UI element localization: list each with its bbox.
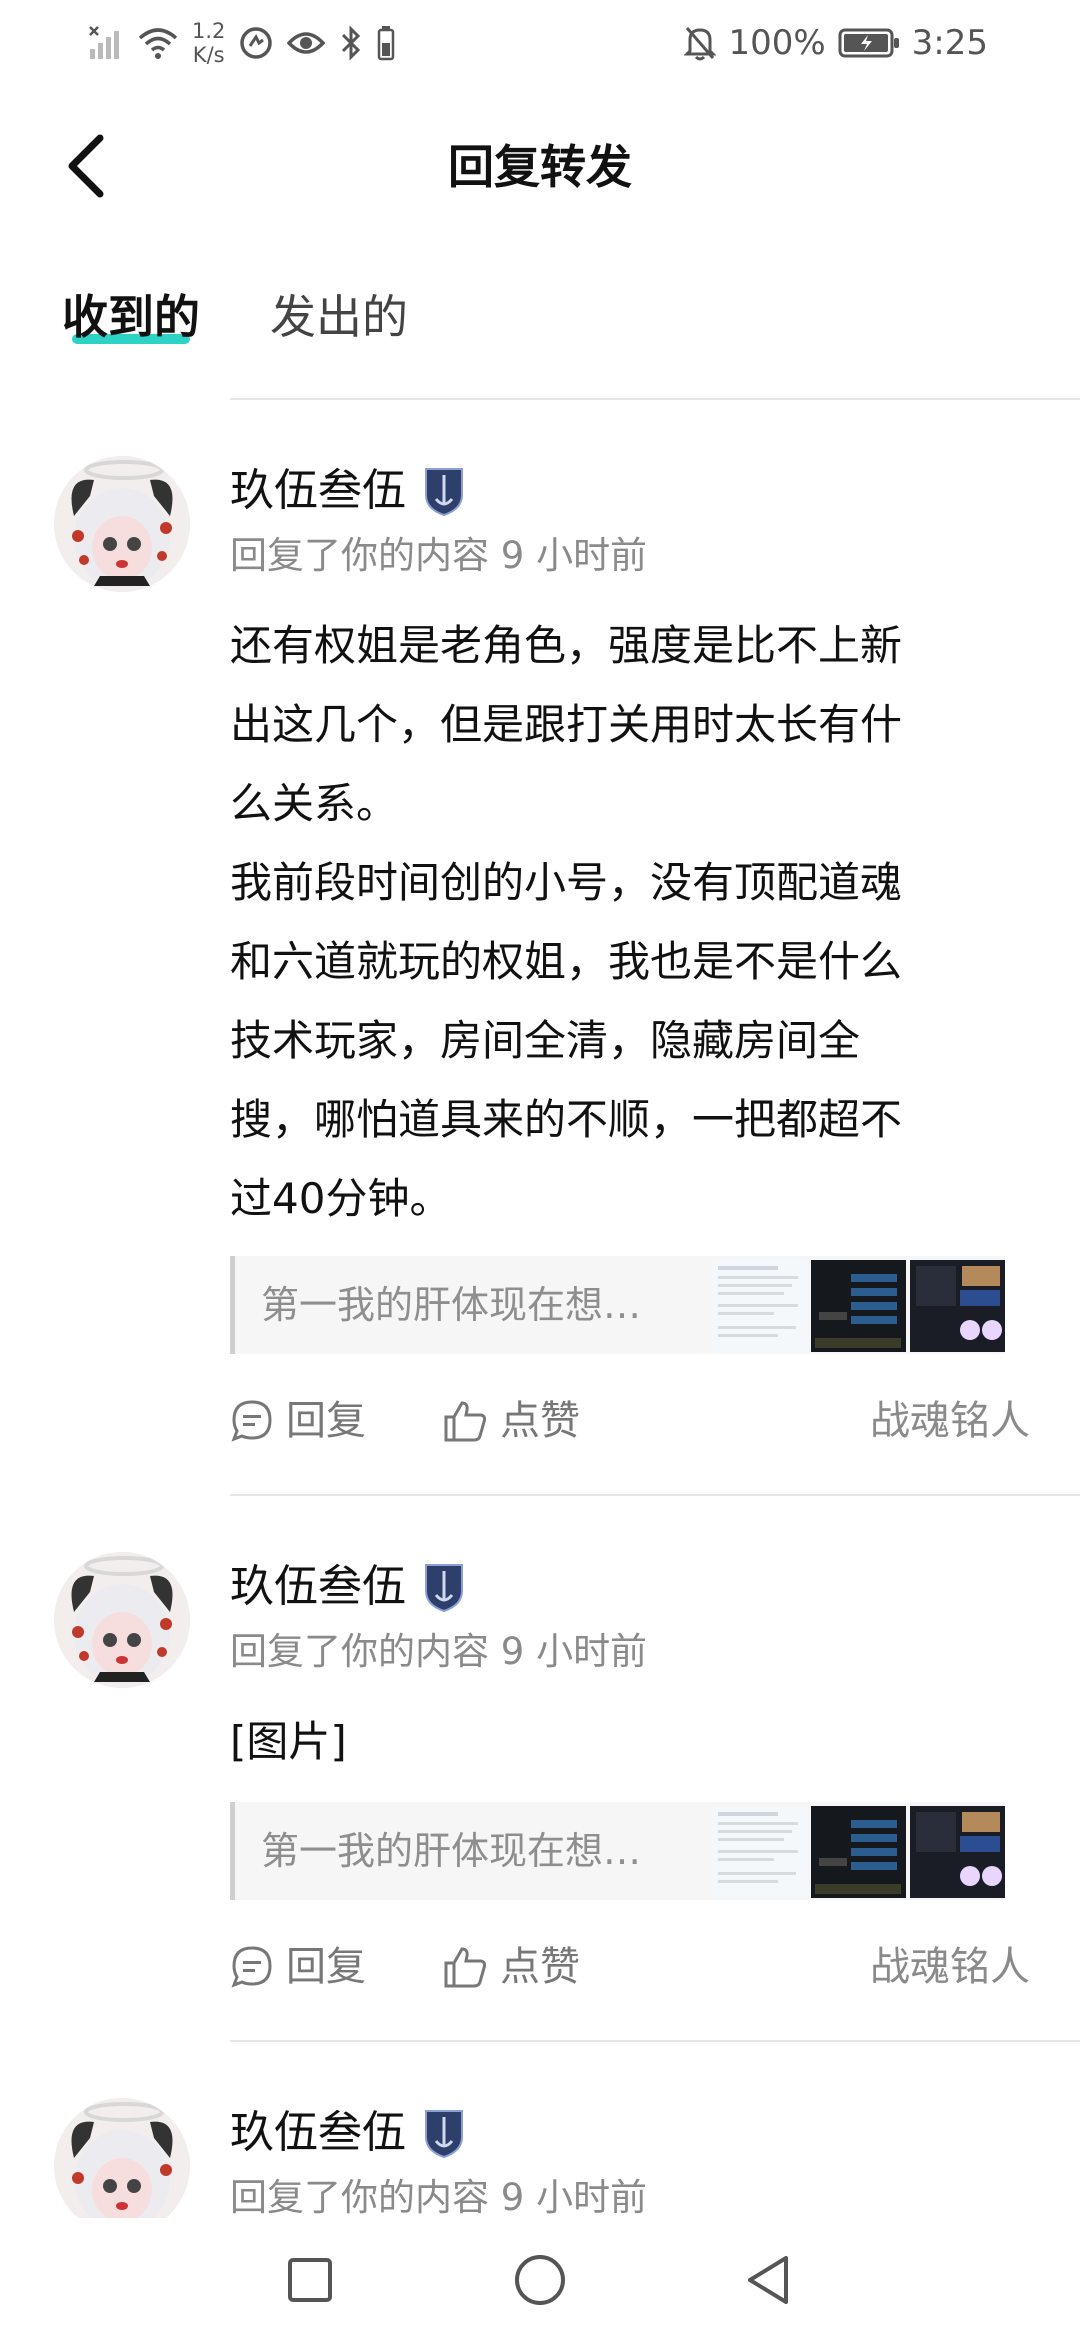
content-line: 搜，哪怕道具来的不顺，一把都超不 xyxy=(230,1095,903,1144)
back-button[interactable] xyxy=(64,132,108,200)
home-button[interactable] xyxy=(510,2250,570,2310)
username[interactable]: 玖伍叁伍 xyxy=(230,456,406,526)
page-title: 回复转发 xyxy=(448,140,632,194)
recent-apps-button[interactable] xyxy=(280,2250,340,2310)
reply-meta: 回复了你的内容 9 小时前 xyxy=(230,534,648,577)
quoted-post-text: 第一我的肝体现在想… xyxy=(261,1829,642,1873)
comment-icon xyxy=(231,1400,272,1442)
cellular-no-signal-icon xyxy=(89,26,119,59)
username[interactable]: 玖伍叁伍 xyxy=(230,2098,406,2168)
reply-label: 回复 xyxy=(286,1944,366,1990)
small-battery-icon xyxy=(378,26,395,61)
content-line: 我前段时间创的小号，没有顶配道魂 xyxy=(230,858,903,907)
back-chevron-icon xyxy=(68,134,104,198)
quoted-post-text: 第一我的肝体现在想… xyxy=(261,1283,642,1327)
avatar[interactable] xyxy=(54,2098,190,2234)
square-icon xyxy=(288,2258,332,2302)
thumbnail-screenshot-game-menu xyxy=(811,1806,906,1898)
divider xyxy=(230,1494,1080,1496)
username-row: 玖伍叁伍 xyxy=(230,456,466,526)
avatar[interactable] xyxy=(54,1552,190,1688)
reply-content: [图片] xyxy=(230,1702,1000,1781)
action-bar: 回复 点赞 战魂铭人 xyxy=(230,1386,1030,1456)
divider xyxy=(230,2040,1080,2042)
battery-charging-icon xyxy=(838,28,899,58)
reply-button[interactable]: 回复 xyxy=(230,1386,366,1456)
thumbnail-screenshot-game-items xyxy=(910,1260,1005,1352)
avatar-image xyxy=(54,2098,190,2234)
content-line: 和六道就玩的权姐，我也是不是什么 xyxy=(230,937,903,986)
thumbnail-screenshot-chat xyxy=(712,1260,807,1352)
reply-label: 回复 xyxy=(286,1398,366,1444)
thumbnail-screenshot-game-menu xyxy=(811,1260,906,1352)
status-bar: 1.2 K/s 100% 3:25 xyxy=(0,0,1080,86)
rank-shield-badge-icon xyxy=(425,2110,463,2159)
reply-meta: 回复了你的内容 9 小时前 xyxy=(230,1630,648,1673)
avatar-image xyxy=(54,456,190,592)
divider xyxy=(230,398,1080,400)
thumbnail-screenshot-chat xyxy=(712,1806,807,1898)
content-line: 过40分钟。 xyxy=(230,1174,452,1223)
thumbs-up-icon xyxy=(444,1947,487,1988)
quoted-post-thumbnails xyxy=(712,1806,1005,1898)
tab-sent-label: 发出的 xyxy=(270,290,408,344)
like-button[interactable]: 点赞 xyxy=(442,1386,580,1456)
avatar[interactable] xyxy=(54,456,190,592)
content-line: 技术玩家，房间全清，隐藏房间全 xyxy=(230,1016,861,1065)
like-button[interactable]: 点赞 xyxy=(442,1932,580,2002)
comment-icon xyxy=(231,1946,272,1988)
battery-percent: 100% xyxy=(728,23,826,63)
bluetooth-icon xyxy=(342,25,361,61)
username-row: 玖伍叁伍 xyxy=(230,1552,466,1622)
action-bar: 回复 点赞 战魂铭人 xyxy=(230,1932,1030,2002)
content-line: 出这几个，但是跟打关用时太长有什 xyxy=(230,700,903,749)
rank-shield-badge-icon xyxy=(425,468,463,517)
like-label: 点赞 xyxy=(500,1944,580,1990)
back-nav-button[interactable] xyxy=(740,2250,800,2310)
tab-received-label: 收到的 xyxy=(62,290,200,344)
quoted-post-thumbnails xyxy=(712,1260,1005,1352)
thumbnail-screenshot-game-items xyxy=(910,1806,1005,1898)
content-line: 还有权姐是老角色，强度是比不上新 xyxy=(230,621,903,670)
network-speed: 1.2 K/s xyxy=(192,19,225,67)
eye-comfort-icon xyxy=(287,32,326,54)
content-line: [图片] xyxy=(230,1717,347,1766)
thumbs-up-icon xyxy=(444,1401,487,1442)
reply-button[interactable]: 回复 xyxy=(230,1932,366,2002)
game-tag[interactable]: 战魂铭人 xyxy=(870,1932,1030,2002)
tab-received[interactable]: 收到的 xyxy=(62,282,200,352)
username[interactable]: 玖伍叁伍 xyxy=(230,1552,406,1622)
game-tag[interactable]: 战魂铭人 xyxy=(870,1386,1030,1456)
data-saver-icon xyxy=(240,27,273,59)
content-line: 么关系。 xyxy=(230,779,399,828)
system-nav-bar xyxy=(0,2218,1080,2340)
rank-shield-badge-icon xyxy=(425,1564,463,1613)
quoted-post[interactable]: 第一我的肝体现在想… xyxy=(230,1256,1005,1354)
mute-bell-icon xyxy=(684,27,717,61)
avatar-image xyxy=(54,1552,190,1688)
clock: 3:25 xyxy=(911,23,988,63)
triangle-back-icon xyxy=(748,2256,788,2304)
tab-sent[interactable]: 发出的 xyxy=(270,282,408,352)
network-speed-unit: K/s xyxy=(192,43,225,67)
reply-content: 还有权姐是老角色，强度是比不上新 出这几个，但是跟打关用时太长有什 么关系。 我… xyxy=(230,606,1000,1238)
circle-icon xyxy=(515,2255,565,2305)
quoted-post[interactable]: 第一我的肝体现在想… xyxy=(230,1802,1005,1900)
wifi-icon xyxy=(138,28,178,59)
username-row: 玖伍叁伍 xyxy=(230,2098,466,2168)
like-label: 点赞 xyxy=(500,1398,580,1444)
network-speed-value: 1.2 xyxy=(192,19,226,43)
